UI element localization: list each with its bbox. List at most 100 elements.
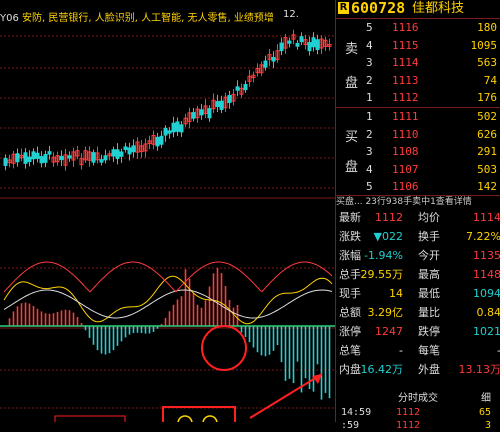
bid-row[interactable]: 21110626 [336,126,500,144]
candle-body [116,150,119,159]
candle-body [128,148,131,154]
ask-vol: 74 [484,72,497,90]
candle-body [120,152,123,156]
candle-body [28,157,31,162]
bid-row[interactable]: 11111502 [336,108,500,126]
order-detail-link[interactable]: 买盘... 23行938手卖中1查看详情 [336,196,500,208]
ask-price: 1112 [392,89,419,107]
candle-body [180,125,183,132]
bid-level: 2 [366,126,373,144]
bid-row[interactable]: 51106142 [336,178,500,196]
trade-row: 14:59111265 [336,406,500,419]
ask-vol: 180 [477,19,497,37]
stock-code: 600728 [351,0,405,17]
quote-row: 涨停1247跌停1021 [336,324,500,340]
bid-vol: 503 [477,161,497,179]
bid-price: 1111 [392,108,419,126]
quote-label: 量比 [418,305,440,321]
ask-row[interactable]: 31114563 [336,54,500,72]
quote-label: 最低 [418,286,440,302]
candle-body [208,109,211,118]
candle-body [32,152,35,159]
marker-circle [178,416,192,422]
quote-label: 现手 [339,286,361,302]
ask-price: 1113 [392,72,419,90]
quote-label: 内盘 [339,362,361,378]
quote-label: 总笔 [339,343,361,359]
quote-value: 13.13万 [459,362,500,378]
bid-row[interactable]: 3 1108 291 [336,143,500,161]
bid-level: 4 [366,161,373,179]
quote-value: -1.94% [364,248,403,264]
trades-title: 分时成交 [398,392,438,405]
candle-body [164,128,167,135]
quote-label: 外盘 [418,362,440,378]
candle-body [220,101,223,109]
quote-value: 1135 [473,248,500,264]
candle-body [24,153,27,164]
ask-row[interactable]: 411151095 [336,37,500,55]
bid-level: 5 [366,178,373,196]
quote-panel: R 600728 佳都科技 卖 盘 5111618041115109531114… [335,0,500,422]
ask-row[interactable]: 11112176 [336,89,500,107]
kline-chart[interactable] [0,0,335,422]
candle-body [100,160,103,162]
ask-row[interactable]: 5 1116 180 [336,19,500,37]
ask-vol: 1095 [471,37,498,55]
ask-vol: 563 [477,54,497,72]
quote-value: 1112 [375,210,403,226]
candle-body [264,61,267,67]
quote-value: 1094 [473,286,500,302]
ask-vol: 176 [477,89,497,107]
quote-value: 29.55万 [361,267,404,283]
quote-row: 总手29.55万最高1148 [336,267,500,283]
trades-detail-button[interactable]: 细 [481,392,491,405]
trade-row: :5911123 [336,419,500,432]
quote-value: 14 [389,286,403,302]
candle-body [60,156,63,159]
bid-vol: 142 [477,178,497,196]
candle-body [228,95,231,102]
quote-row: 总笔-每笔- [336,343,500,359]
trade-price: 1112 [396,419,420,432]
trades-header[interactable]: 分时成交 细 [336,392,500,405]
candle-body [272,58,275,62]
quote-value: 1114 [473,210,500,226]
candlestick-series [4,30,331,171]
candle-body [244,85,247,90]
ask-price: 1114 [392,54,419,72]
quote-label: 总手 [339,267,361,283]
quote-value: 1148 [473,267,500,283]
ask-price: 1116 [392,19,419,37]
bid-price: 1108 [392,143,419,161]
quote-value: - [399,343,403,359]
candle-body [176,122,179,131]
bid-level: 3 [366,143,373,161]
trade-time: :59 [341,419,359,432]
peak-label: 12. [283,9,299,20]
quote-value: ▼022 [374,229,403,245]
candle-body [124,147,127,150]
ask-row[interactable]: 2111374 [336,72,500,90]
candle-body [160,136,163,144]
candle-body [308,43,311,51]
trade-price: 1112 [396,406,420,419]
quote-label: 每笔 [418,343,440,359]
bid-vol: 291 [477,143,497,161]
candle-body [316,40,319,50]
stock-header[interactable]: R 600728 佳都科技 [336,0,500,17]
quote-label: 最新 [339,210,361,226]
candle-body [312,38,315,47]
quote-row: 总额3.29亿量比0.84 [336,305,500,321]
quote-label: 跌停 [418,324,440,340]
candle-body [16,154,19,162]
bid-price: 1110 [392,126,419,144]
quote-value: 7.22% [466,229,500,245]
bid-row[interactable]: 41107503 [336,161,500,179]
candle-body [104,156,107,160]
quote-row: 内盘16.42万外盘13.13万 [336,362,500,378]
candle-body [200,110,203,115]
highlight-box [55,416,125,422]
ask-level: 5 [366,19,373,37]
candle-body [112,150,115,156]
